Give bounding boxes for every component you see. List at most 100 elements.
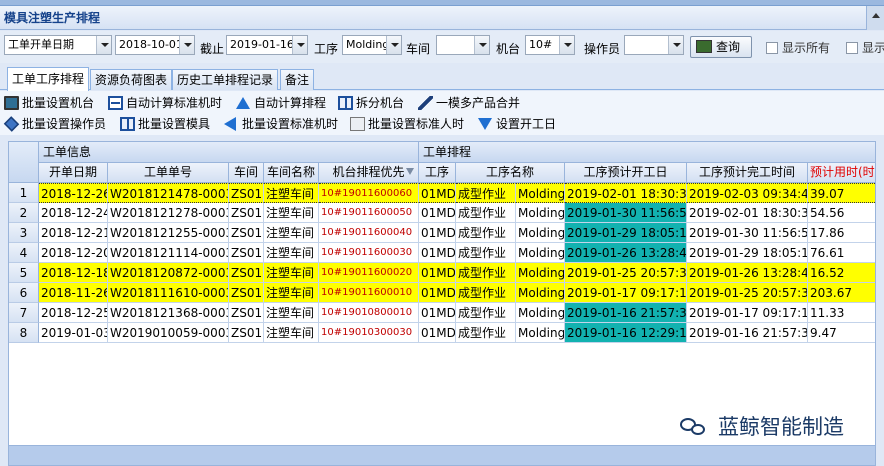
date-from-field[interactable]: 2018-10-01 [115, 35, 195, 55]
cell-order-number[interactable]: W2018111610-0003 [108, 283, 229, 303]
col-header-process[interactable]: 工序 [419, 163, 456, 183]
col-header-est-hours[interactable]: 预计用时(时) [808, 163, 875, 183]
cell-order-date[interactable]: 2018-12-20 [39, 243, 108, 263]
show-checkbox[interactable]: 显示 [846, 39, 884, 56]
cell-workshop[interactable]: ZS01 [229, 323, 264, 343]
set-start-date-button[interactable]: 设置开工日 [476, 114, 556, 134]
cell-process-code[interactable]: Molding [516, 243, 565, 263]
cell-est-hours[interactable]: 9.47 [808, 323, 875, 343]
table-row[interactable]: 8 2019-01-03 W2019010059-0003 ZS01 注塑车间 10#19… [9, 323, 875, 343]
col-header-order-date[interactable]: 开单日期 [39, 163, 108, 183]
cell-est-end[interactable]: 2019-01-30 11:56:55 [687, 223, 808, 243]
cell-est-hours[interactable]: 39.07 [808, 183, 875, 203]
cell-process[interactable]: 01MD [419, 283, 456, 303]
table-row[interactable]: 1 2018-12-26 W2018121478-0003 ZS01 注塑车间 10#19… [9, 183, 875, 203]
cell-process-code[interactable]: Molding [516, 323, 565, 343]
cell-order-date[interactable]: 2018-12-26 [39, 183, 108, 203]
batch-set-operator-button[interactable]: 批量设置操作员 [2, 114, 106, 134]
cell-workshop[interactable]: ZS01 [229, 243, 264, 263]
cell-order-date[interactable]: 2018-12-25 [39, 303, 108, 323]
chevron-down-icon[interactable] [559, 36, 574, 54]
cell-process-name[interactable]: 成型作业 [456, 283, 516, 303]
row-number[interactable]: 7 [9, 303, 39, 323]
cell-est-start[interactable]: 2019-01-30 11:56:55 [565, 203, 687, 223]
row-number[interactable]: 1 [9, 183, 39, 203]
row-number[interactable]: 5 [9, 263, 39, 283]
table-row[interactable]: 6 2018-11-26 W2018111610-0003 ZS01 注塑车间 10#19… [9, 283, 875, 303]
cell-process-code[interactable]: Molding [516, 263, 565, 283]
batch-set-std-machine-hours-button[interactable]: 批量设置标准机时 [222, 114, 338, 134]
tab-resource-load-chart[interactable]: 资源负荷图表 [90, 69, 173, 90]
cell-workshop[interactable]: ZS01 [229, 263, 264, 283]
cell-est-end[interactable]: 2019-01-25 20:57:31 [687, 283, 808, 303]
cell-order-number[interactable]: W2018121278-0003 [108, 203, 229, 223]
cell-workshop-name[interactable]: 注塑车间 [264, 263, 319, 283]
cell-est-end[interactable]: 2019-01-16 21:57:31 [687, 323, 808, 343]
cell-workshop[interactable]: ZS01 [229, 283, 264, 303]
split-machine-button[interactable]: 拆分机台 [336, 93, 404, 113]
cell-machine-priority[interactable]: 10#19010300030 [319, 323, 419, 343]
cell-process-name[interactable]: 成型作业 [456, 203, 516, 223]
chevron-down-icon[interactable] [668, 36, 683, 54]
cell-est-end[interactable]: 2019-02-03 09:34:43 [687, 183, 808, 203]
cell-est-hours[interactable]: 76.61 [808, 243, 875, 263]
cell-workshop-name[interactable]: 注塑车间 [264, 243, 319, 263]
cell-order-number[interactable]: W2018121368-0003 [108, 303, 229, 323]
auto-calc-schedule-button[interactable]: 自动计算排程 [234, 93, 326, 113]
cell-workshop-name[interactable]: 注塑车间 [264, 283, 319, 303]
cell-workshop[interactable]: ZS01 [229, 183, 264, 203]
batch-set-machine-button[interactable]: 批量设置机台 [2, 93, 94, 113]
cell-order-date[interactable]: 2018-11-26 [39, 283, 108, 303]
cell-order-number[interactable]: W2018120872-0003 [108, 263, 229, 283]
cell-process-name[interactable]: 成型作业 [456, 263, 516, 283]
row-number[interactable]: 6 [9, 283, 39, 303]
col-header-est-end[interactable]: 工序预计完工时间 [687, 163, 808, 183]
cell-process[interactable]: 01MD [419, 243, 456, 263]
cell-process-code[interactable]: Molding [516, 223, 565, 243]
cell-machine-priority[interactable]: 10#19011600040 [319, 223, 419, 243]
filter-icon[interactable] [406, 168, 414, 175]
cell-process-name[interactable]: 成型作业 [456, 223, 516, 243]
cell-order-number[interactable]: W2019010059-0003 [108, 323, 229, 343]
table-row[interactable]: 7 2018-12-25 W2018121368-0003 ZS01 注塑车间 10#19… [9, 303, 875, 323]
cell-workshop-name[interactable]: 注塑车间 [264, 223, 319, 243]
cell-process-code[interactable]: Molding [516, 283, 565, 303]
tab-notes[interactable]: 备注 [280, 69, 315, 90]
cell-machine-priority[interactable]: 10#19010800010 [319, 303, 419, 323]
scroll-up-button[interactable] [866, 6, 884, 30]
tab-history-records[interactable]: 历史工单排程记录 [172, 69, 279, 90]
cell-est-hours[interactable]: 16.52 [808, 263, 875, 283]
cell-machine-priority[interactable]: 10#19011600050 [319, 203, 419, 223]
col-header-est-start[interactable]: 工序预计开工日 [565, 163, 687, 183]
cell-process-name[interactable]: 成型作业 [456, 243, 516, 263]
col-header-order-number[interactable]: 工单单号 [108, 163, 229, 183]
cell-order-date[interactable]: 2018-12-18 [39, 263, 108, 283]
cell-est-end[interactable]: 2019-01-29 18:05:19 [687, 243, 808, 263]
query-button[interactable]: 查询 [690, 36, 752, 58]
cell-est-end[interactable]: 2019-02-01 18:30:31 [687, 203, 808, 223]
cell-est-end[interactable]: 2019-01-26 13:28:43 [687, 263, 808, 283]
cell-process[interactable]: 01MD [419, 263, 456, 283]
table-row[interactable]: 2 2018-12-24 W2018121278-0003 ZS01 注塑车间 10#19… [9, 203, 875, 223]
date-to-field[interactable]: 2019-01-16 [226, 35, 308, 55]
cell-order-number[interactable]: W2018121114-0003 [108, 243, 229, 263]
cell-process[interactable]: 01MD [419, 223, 456, 243]
col-header-machine-priority[interactable]: 机台排程优先 [319, 163, 419, 183]
col-header-process-name[interactable]: 工序名称 [456, 163, 565, 183]
chevron-down-icon[interactable] [386, 36, 401, 54]
cell-process[interactable]: 01MD [419, 183, 456, 203]
process-select[interactable]: Molding [342, 35, 402, 55]
cell-process-name[interactable]: 成型作业 [456, 183, 516, 203]
cell-order-date[interactable]: 2018-12-21 [39, 223, 108, 243]
cell-process[interactable]: 01MD [419, 323, 456, 343]
cell-workshop-name[interactable]: 注塑车间 [264, 183, 319, 203]
cell-est-hours[interactable]: 54.56 [808, 203, 875, 223]
cell-process-name[interactable]: 成型作业 [456, 303, 516, 323]
cell-workshop[interactable]: ZS01 [229, 303, 264, 323]
cell-est-start[interactable]: 2019-01-16 21:57:31 [565, 303, 687, 323]
cell-order-number[interactable]: W2018121255-0003 [108, 223, 229, 243]
chevron-down-icon[interactable] [179, 36, 194, 54]
cell-order-number[interactable]: W2018121478-0003 [108, 183, 229, 203]
date-type-select[interactable]: 工单开单日期 [4, 35, 112, 55]
workshop-select[interactable] [436, 35, 490, 55]
